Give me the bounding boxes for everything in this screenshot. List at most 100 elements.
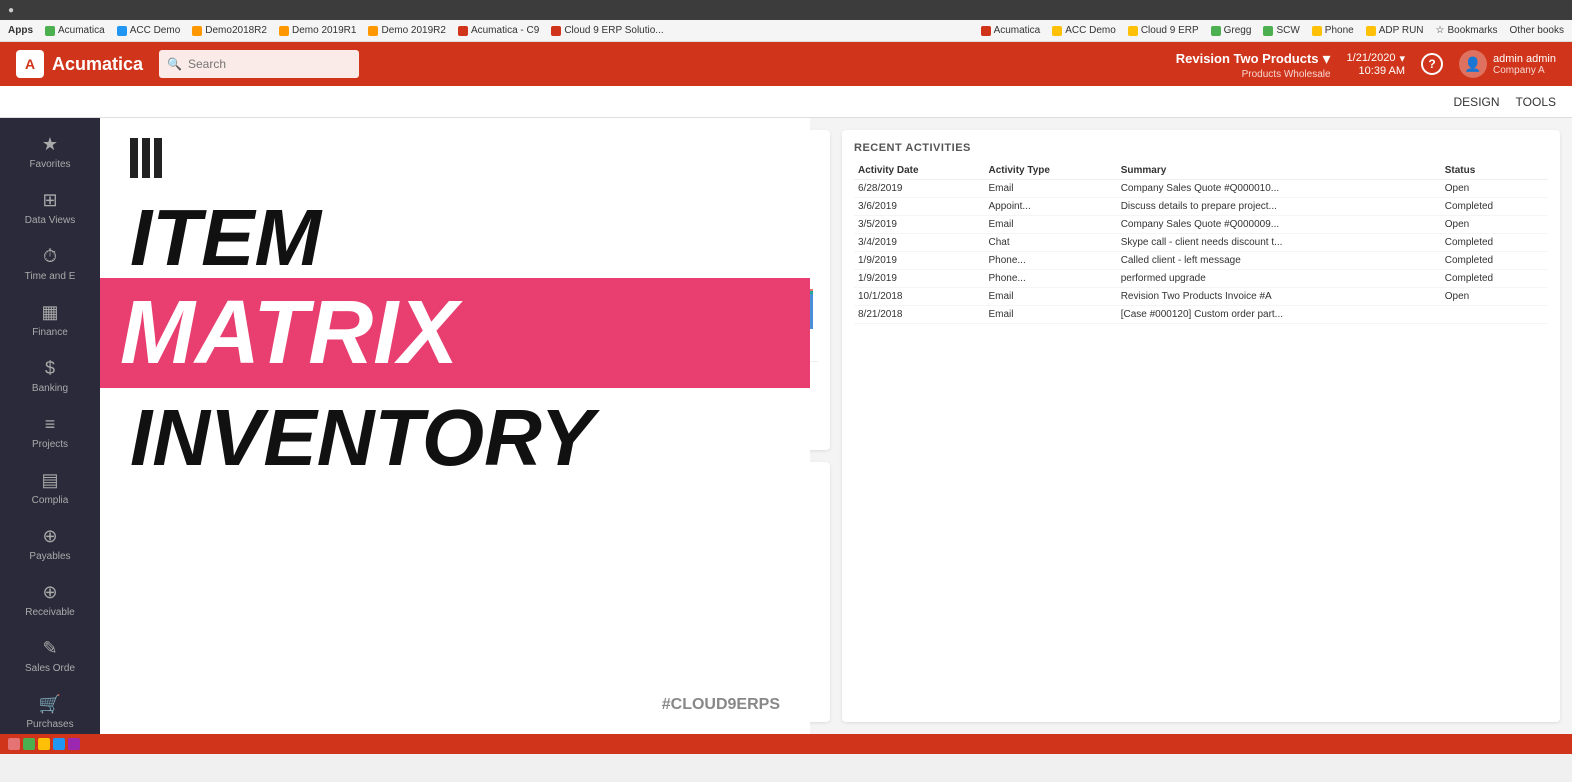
bookmark-label: Demo 2019R2 bbox=[381, 25, 445, 36]
browser-status: ● bbox=[8, 5, 14, 16]
table-row: 8/21/2018 Email [Case #000120] Custom or… bbox=[854, 306, 1548, 324]
sidebar-item-favorites[interactable]: ★ Favorites bbox=[5, 126, 95, 178]
dataviews-icon: ⊞ bbox=[42, 190, 57, 211]
bookmark-hub-sales[interactable]: Acumatica bbox=[45, 25, 105, 36]
banking-icon: $ bbox=[45, 358, 55, 379]
status-dot-3 bbox=[38, 738, 50, 750]
overlay-hashtag: #CLOUD9ERPS bbox=[662, 696, 780, 714]
activity-status bbox=[1441, 306, 1548, 324]
bookmark-adp[interactable]: ADP RUN bbox=[1366, 25, 1424, 36]
sidebar-item-salesorder[interactable]: ✎ Sales Orde bbox=[5, 630, 95, 682]
activity-summary[interactable]: Company Sales Quote #Q000010... bbox=[1117, 180, 1441, 198]
bookmark-acumatica[interactable]: Acumatica bbox=[981, 25, 1041, 36]
sidebar-item-label: Favorites bbox=[29, 159, 70, 170]
apps-label[interactable]: Apps bbox=[8, 25, 33, 36]
table-row: 6/28/2019 Email Company Sales Quote #Q00… bbox=[854, 180, 1548, 198]
activity-status: Completed bbox=[1441, 270, 1548, 288]
activity-summary[interactable]: [Case #000120] Custom order part... bbox=[1117, 306, 1441, 324]
sidebar-item-banking[interactable]: $ Banking bbox=[5, 350, 95, 402]
search-input[interactable] bbox=[188, 57, 351, 71]
bookmark-scw[interactable]: SCW bbox=[1263, 25, 1299, 36]
company-name: Revision Two Products bbox=[1176, 51, 1319, 66]
bookmark-demo2019r1[interactable]: Demo 2019R1 bbox=[279, 25, 356, 36]
sidebar-item-label: Payables bbox=[29, 551, 70, 562]
sidebar-item-finance[interactable]: ▦ Finance bbox=[5, 294, 95, 346]
sidebar-item-label: Data Views bbox=[25, 215, 75, 226]
status-dot-4 bbox=[53, 738, 65, 750]
activity-summary[interactable]: Called client - left message bbox=[1117, 252, 1441, 270]
sidebar-item-time[interactable]: ⏱ Time and E bbox=[5, 238, 95, 290]
browser-chrome: ● bbox=[0, 0, 1572, 20]
date-value: 1/21/2020 bbox=[1347, 52, 1396, 64]
star-icon: ☆ bbox=[1436, 25, 1445, 36]
chevron-down-icon: ▾ bbox=[1323, 49, 1331, 69]
sidebar-item-purchases[interactable]: 🛒 Purchases bbox=[5, 686, 95, 734]
activity-type: Chat bbox=[984, 234, 1116, 252]
bookmark-bookmarks[interactable]: ☆ Bookmarks bbox=[1436, 25, 1498, 36]
activity-summary[interactable]: Revision Two Products Invoice #A bbox=[1117, 288, 1441, 306]
bookmark-label: ADP RUN bbox=[1379, 25, 1424, 36]
activity-summary[interactable]: Company Sales Quote #Q000009... bbox=[1117, 216, 1441, 234]
search-container[interactable]: 🔍 bbox=[159, 50, 359, 78]
company-selector[interactable]: Revision Two Products ▾ Products Wholesa… bbox=[1176, 49, 1331, 80]
bookmark-label: Acumatica bbox=[994, 25, 1041, 36]
activity-table: Activity Date Activity Type Summary Stat… bbox=[854, 162, 1548, 324]
date-display: 1/21/2020 ▾ 10:39 AM bbox=[1347, 52, 1405, 77]
bookmark-demo2019r2[interactable]: Demo 2019R2 bbox=[368, 25, 445, 36]
bookmark-other[interactable]: Other books bbox=[1510, 25, 1564, 36]
search-icon: 🔍 bbox=[167, 57, 182, 71]
sidebar-item-dataviews[interactable]: ⊞ Data Views bbox=[5, 182, 95, 234]
header-right: Revision Two Products ▾ Products Wholesa… bbox=[1176, 49, 1556, 80]
sidebar-item-receivables[interactable]: ⊕ Receivable bbox=[5, 574, 95, 626]
activity-summary[interactable]: Skype call - client needs discount t... bbox=[1117, 234, 1441, 252]
avatar-icon: 👤 bbox=[1464, 56, 1481, 73]
bookmark-phone[interactable]: Phone bbox=[1312, 25, 1354, 36]
bookmark-label: Other books bbox=[1510, 25, 1564, 36]
sidebar-item-label: Finance bbox=[32, 327, 68, 338]
bookmark-cloud9erp2[interactable]: Cloud 9 ERP bbox=[1128, 25, 1199, 36]
sidebar-item-label: Time and E bbox=[25, 271, 76, 282]
user-name: admin admin bbox=[1493, 53, 1556, 65]
main-area: ★ Favorites ⊞ Data Views ⏱ Time and E ▦ … bbox=[0, 118, 1572, 734]
activities-panel: RECENT ACTIVITIES Activity Date Activity… bbox=[842, 130, 1560, 722]
help-icon[interactable]: ? bbox=[1421, 53, 1443, 75]
bookmark-label: SCW bbox=[1276, 25, 1299, 36]
activity-status: Open bbox=[1441, 288, 1548, 306]
activity-type: Phone... bbox=[984, 252, 1116, 270]
bookmark-acumatica-c9[interactable]: Acumatica - C9 bbox=[458, 25, 539, 36]
bookmark-cloud9erp[interactable]: Cloud 9 ERP Solutio... bbox=[551, 25, 663, 36]
tools-button[interactable]: TOOLS bbox=[1516, 95, 1556, 109]
design-button[interactable]: DESIGN bbox=[1454, 95, 1500, 109]
table-row: 1/9/2019 Phone... Called client - left m… bbox=[854, 252, 1548, 270]
bookmark-demo2018[interactable]: Demo2018R2 bbox=[192, 25, 267, 36]
header-icons: ? bbox=[1421, 53, 1443, 75]
projects-icon: ≡ bbox=[45, 414, 56, 435]
bookmark-acc-demo[interactable]: ACC Demo bbox=[117, 25, 181, 36]
bookmark-acc-demo2[interactable]: ACC Demo bbox=[1052, 25, 1116, 36]
sidebar-item-payables[interactable]: ⊕ Payables bbox=[5, 518, 95, 570]
activity-type: Email bbox=[984, 180, 1116, 198]
bookmark-label: Acumatica - C9 bbox=[471, 25, 539, 36]
bookmark-label: Cloud 9 ERP Solutio... bbox=[564, 25, 663, 36]
sidebar-item-projects[interactable]: ≡ Projects bbox=[5, 406, 95, 458]
bookmark-gregg[interactable]: Gregg bbox=[1211, 25, 1252, 36]
sidebar-item-label: Complia bbox=[32, 495, 69, 506]
bookmark-label: Gregg bbox=[1224, 25, 1252, 36]
activity-summary[interactable]: Discuss details to prepare project... bbox=[1117, 198, 1441, 216]
bookmark-label: ACC Demo bbox=[130, 25, 181, 36]
activity-date: 3/6/2019 bbox=[854, 198, 984, 216]
app-name: Acumatica bbox=[52, 54, 143, 75]
col-date: Activity Date bbox=[854, 162, 984, 180]
bookmark-label: Bookmarks bbox=[1448, 25, 1498, 36]
activity-type: Phone... bbox=[984, 270, 1116, 288]
activity-summary[interactable]: performed upgrade bbox=[1117, 270, 1441, 288]
user-avatar: 👤 bbox=[1459, 50, 1487, 78]
salesorder-icon: ✎ bbox=[42, 638, 57, 659]
finance-icon: ▦ bbox=[41, 302, 58, 323]
user-info[interactable]: 👤 admin admin Company A bbox=[1459, 50, 1556, 78]
time-value: 10:39 AM bbox=[1359, 65, 1405, 77]
bookmark-label: Cloud 9 ERP bbox=[1141, 25, 1199, 36]
bookmarks-bar: Apps Acumatica ACC Demo Demo2018R2 Demo … bbox=[0, 20, 1572, 42]
sidebar-item-compliance[interactable]: ▤ Complia bbox=[5, 462, 95, 514]
app-logo[interactable]: A Acumatica bbox=[16, 50, 143, 78]
